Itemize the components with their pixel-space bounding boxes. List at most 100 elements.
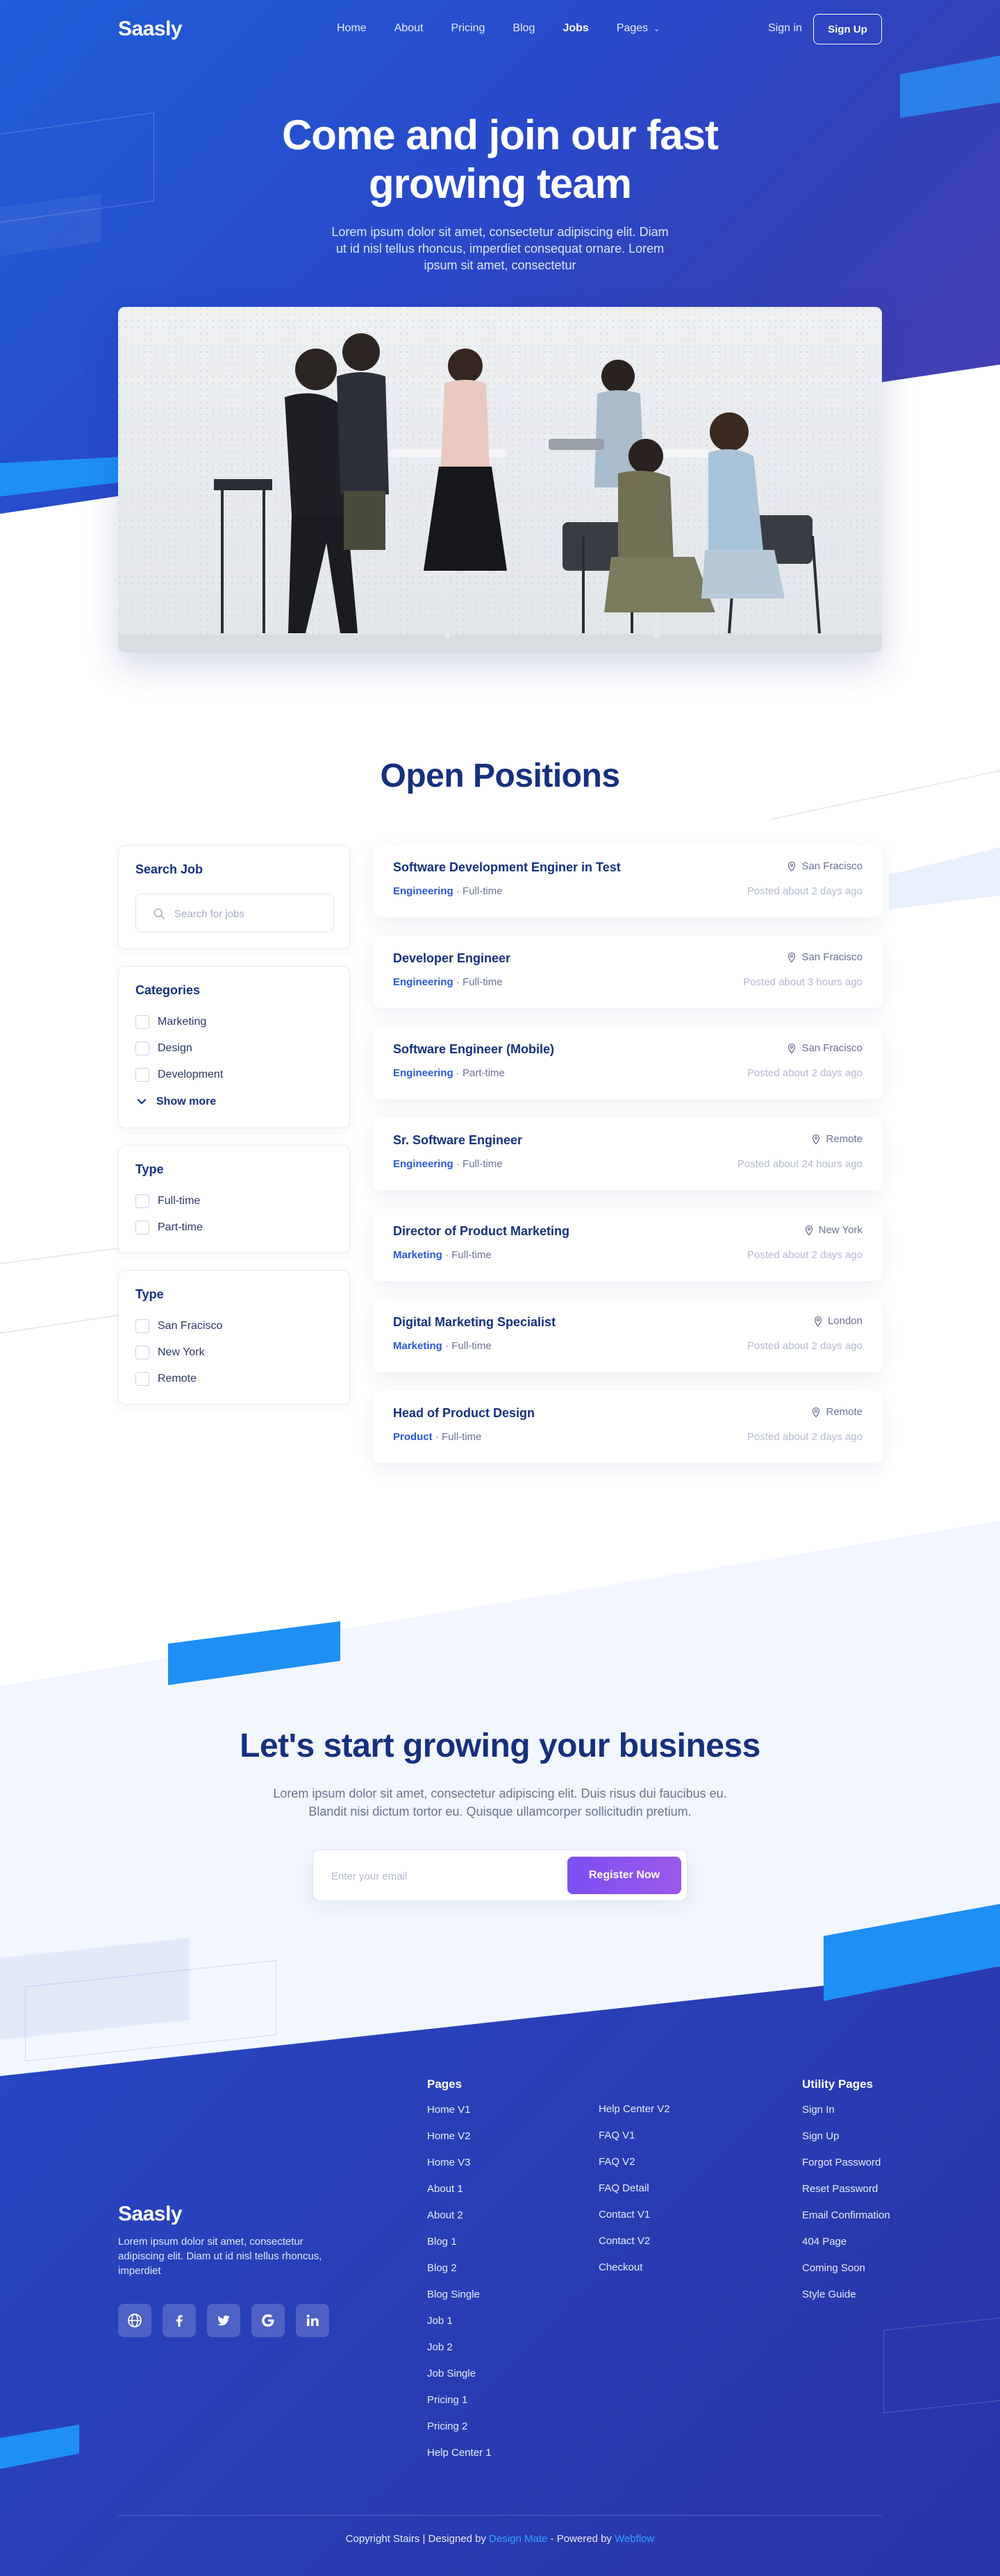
- job-category[interactable]: Engineering: [393, 1158, 453, 1170]
- social-facebook[interactable]: [162, 2304, 196, 2337]
- signin-link[interactable]: Sign in: [768, 22, 802, 35]
- location-pin-icon: [805, 1225, 812, 1235]
- footer-link[interactable]: Pricing 1: [427, 2393, 492, 2420]
- job-location: New York: [803, 1224, 862, 1236]
- footer-link[interactable]: Job 1: [427, 2314, 492, 2341]
- nav-pricing[interactable]: Pricing: [451, 22, 485, 35]
- job-category[interactable]: Engineering: [393, 1067, 453, 1079]
- job-separator: ·: [453, 1158, 463, 1170]
- job-location-label: New York: [818, 1224, 862, 1236]
- footer-link[interactable]: Forgot Password: [802, 2156, 890, 2182]
- location-filter-new-york[interactable]: New York: [135, 1346, 205, 1360]
- footer-link[interactable]: Home V2: [427, 2130, 492, 2156]
- chevron-down-icon: ⌄: [653, 25, 660, 33]
- footer-link[interactable]: Style Guide: [802, 2288, 890, 2314]
- job-card[interactable]: Software Development Enginer in Test Eng…: [374, 845, 882, 917]
- footer-link[interactable]: Job 2: [427, 2341, 492, 2367]
- footer-logo[interactable]: Saasly: [118, 2202, 183, 2226]
- checkbox[interactable]: [135, 1194, 149, 1208]
- footer-link[interactable]: FAQ V2: [599, 2155, 670, 2182]
- location-heading: Type: [135, 1287, 164, 1301]
- category-filter-development[interactable]: Development: [135, 1068, 223, 1082]
- footer-link[interactable]: Blog Single: [427, 2288, 492, 2314]
- job-card[interactable]: Sr. Software Engineer Engineering · Full…: [374, 1118, 882, 1190]
- type-filter-part-time[interactable]: Part-time: [135, 1221, 203, 1235]
- search-field[interactable]: [135, 894, 334, 932]
- search-input[interactable]: [174, 905, 320, 922]
- footer-link[interactable]: About 2: [427, 2209, 492, 2235]
- footer-link[interactable]: About 1: [427, 2182, 492, 2209]
- footer-link[interactable]: Pricing 2: [427, 2420, 492, 2446]
- category-filter-design[interactable]: Design: [135, 1042, 192, 1055]
- show-more-button[interactable]: Show more: [135, 1096, 216, 1108]
- checkbox[interactable]: [135, 1068, 149, 1082]
- footer-link[interactable]: Job Single: [427, 2367, 492, 2393]
- job-category[interactable]: Engineering: [393, 976, 453, 988]
- powered-text: - Powered by: [550, 2533, 612, 2545]
- nav-about[interactable]: About: [394, 22, 424, 35]
- location-filter-san-francisco[interactable]: San Fracisco: [135, 1319, 222, 1333]
- job-card[interactable]: Developer Engineer Engineering · Full-ti…: [374, 936, 882, 1008]
- checkbox[interactable]: [135, 1042, 149, 1055]
- nav-jobs[interactable]: Jobs: [562, 22, 588, 35]
- checkbox[interactable]: [135, 1319, 149, 1333]
- location-filter-remote[interactable]: Remote: [135, 1372, 197, 1386]
- footer-link[interactable]: Checkout: [599, 2261, 670, 2287]
- job-category[interactable]: Engineering: [393, 885, 453, 897]
- checkbox-label: San Fracisco: [158, 1320, 223, 1332]
- footer-link[interactable]: Sign In: [802, 2103, 890, 2130]
- footer-link[interactable]: Contact V1: [599, 2208, 670, 2234]
- show-more-label: Show more: [156, 1096, 217, 1107]
- signup-button[interactable]: Sign Up: [813, 14, 882, 44]
- positions-title: Open Positions: [380, 758, 620, 794]
- cta-subtitle: Lorem ipsum dolor sit amet, consectetur …: [273, 1787, 727, 1818]
- footer-link[interactable]: Help Center 1: [427, 2446, 492, 2473]
- social-google[interactable]: [251, 2304, 285, 2337]
- register-button[interactable]: Register Now: [567, 1857, 681, 1894]
- footer-link[interactable]: Sign Up: [802, 2130, 890, 2156]
- facebook-icon: [176, 2315, 183, 2327]
- job-card[interactable]: Director of Product Marketing Marketing …: [374, 1209, 882, 1281]
- platform-link[interactable]: Webflow: [615, 2533, 654, 2545]
- nav-home[interactable]: Home: [337, 22, 367, 35]
- checkbox[interactable]: [135, 1372, 149, 1386]
- footer-link[interactable]: Contact V2: [599, 2234, 670, 2261]
- footer-link[interactable]: Email Confirmation: [802, 2209, 890, 2235]
- footer-link[interactable]: Home V3: [427, 2156, 492, 2182]
- checkbox[interactable]: [135, 1221, 149, 1235]
- team-photo-illustration: [118, 307, 882, 653]
- type-filter-full-time[interactable]: Full-time: [135, 1194, 200, 1208]
- footer-link[interactable]: Blog 2: [427, 2261, 492, 2288]
- job-card[interactable]: Software Engineer (Mobile) Engineering ·…: [374, 1027, 882, 1099]
- footer-link[interactable]: Blog 1: [427, 2235, 492, 2261]
- job-category[interactable]: Product: [393, 1431, 433, 1443]
- job-card[interactable]: Digital Marketing Specialist Marketing ·…: [374, 1300, 882, 1372]
- social-website[interactable]: [118, 2304, 151, 2337]
- footer-link[interactable]: 404 Page: [802, 2235, 890, 2261]
- logo[interactable]: Saasly: [118, 17, 183, 41]
- designer-link[interactable]: Design Mate: [489, 2533, 547, 2545]
- nav-pages-dropdown[interactable]: Pages ⌄: [617, 22, 660, 35]
- search-job-card: Search Job: [118, 845, 350, 949]
- job-card[interactable]: Head of Product Design Product · Full-ti…: [374, 1391, 882, 1463]
- job-meta: Product · Full-time: [393, 1431, 482, 1443]
- checkbox-label: Remote: [158, 1373, 197, 1385]
- social-twitter[interactable]: [207, 2304, 240, 2337]
- footer-link[interactable]: Reset Password: [802, 2182, 890, 2209]
- job-category[interactable]: Marketing: [393, 1340, 442, 1352]
- footer-link[interactable]: FAQ Detail: [599, 2182, 670, 2208]
- footer-link[interactable]: Help Center V2: [599, 2102, 670, 2129]
- category-filter-marketing[interactable]: Marketing: [135, 1015, 206, 1029]
- type-heading: Type: [135, 1162, 164, 1176]
- nav-pages-label: Pages: [616, 22, 649, 34]
- footer-link[interactable]: Home V1: [427, 2103, 492, 2130]
- nav-blog[interactable]: Blog: [512, 22, 535, 35]
- checkbox[interactable]: [135, 1015, 149, 1029]
- social-linkedin[interactable]: [296, 2304, 329, 2337]
- job-category[interactable]: Marketing: [393, 1249, 442, 1261]
- footer-link[interactable]: FAQ V1: [599, 2129, 670, 2155]
- email-input[interactable]: [331, 1867, 540, 1885]
- footer-decoration: [883, 2315, 1000, 2414]
- footer-link[interactable]: Coming Soon: [802, 2261, 890, 2288]
- checkbox[interactable]: [135, 1346, 149, 1360]
